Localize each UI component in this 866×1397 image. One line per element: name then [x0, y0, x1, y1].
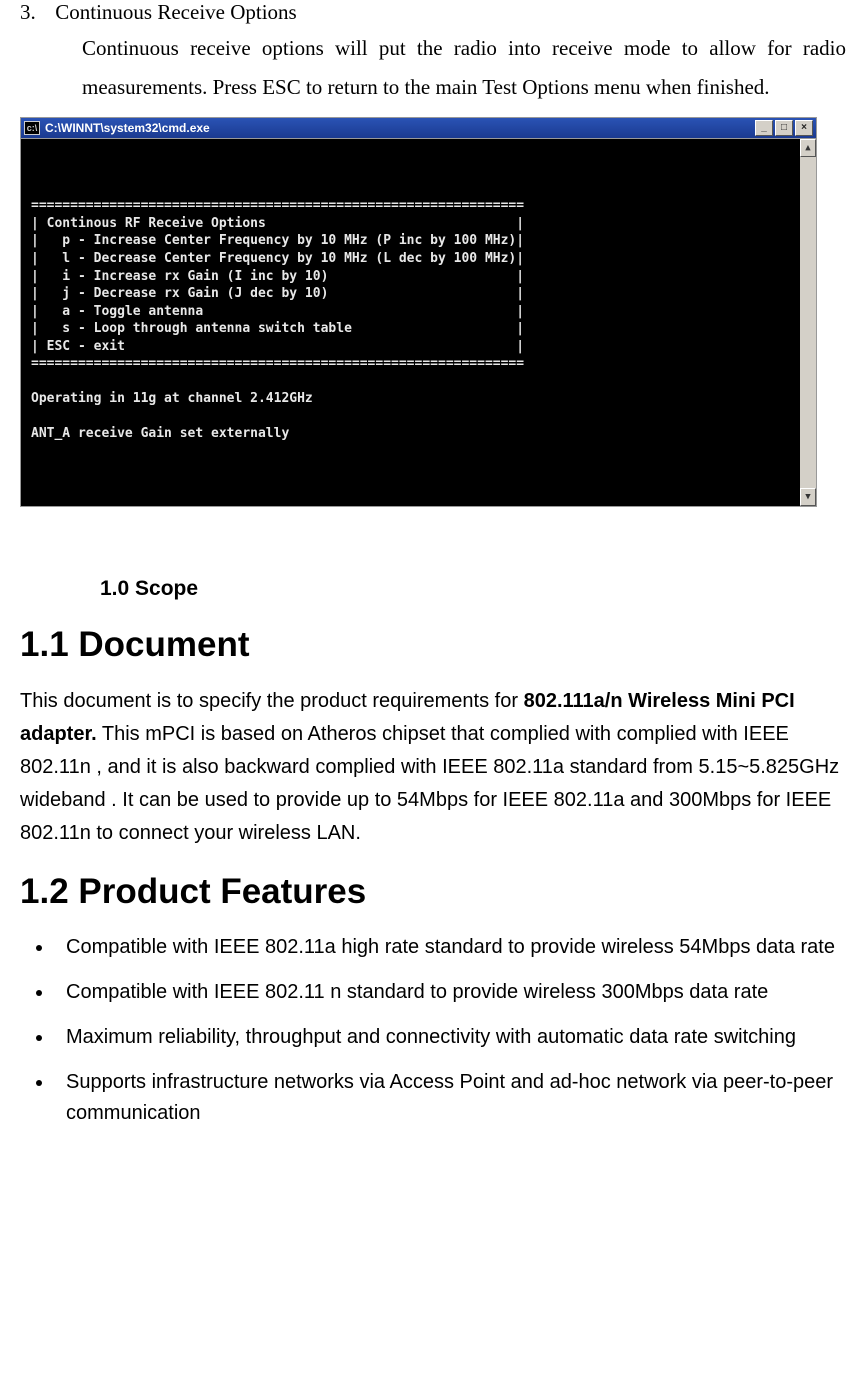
list-marker: 3. — [20, 0, 50, 25]
cmd-title-text: C:\WINNT\system32\cmd.exe — [45, 121, 210, 135]
cmd-window: c:\ C:\WINNT\system32\cmd.exe _ □ × ====… — [20, 117, 817, 507]
list-item: Compatible with IEEE 802.11 n standard t… — [54, 977, 846, 1008]
minimize-button[interactable]: _ — [755, 120, 773, 136]
features-list: Compatible with IEEE 802.11a high rate s… — [20, 932, 846, 1129]
section-1-2-heading: 1.2 Product Features — [20, 872, 846, 912]
list-item: Maximum reliability, throughput and conn… — [54, 1022, 846, 1053]
list-item: Supports infrastructure networks via Acc… — [54, 1067, 846, 1129]
cmd-output: ========================================… — [31, 180, 808, 443]
cmd-scrollbar[interactable]: ▲ ▼ — [800, 139, 816, 506]
list-item-title: Continuous Receive Options — [55, 0, 296, 24]
para-pre: This document is to specify the product … — [20, 690, 524, 712]
cmd-system-menu-icon[interactable]: c:\ — [24, 121, 40, 135]
para-post: This mPCI is based on Atheros chipset th… — [20, 723, 839, 844]
section-1-1-heading: 1.1 Document — [20, 625, 846, 665]
scroll-up-button[interactable]: ▲ — [800, 139, 816, 157]
cmd-titlebar: c:\ C:\WINNT\system32\cmd.exe _ □ × — [21, 118, 816, 139]
close-button[interactable]: × — [795, 120, 813, 136]
scroll-down-button[interactable]: ▼ — [800, 488, 816, 506]
list-item: Compatible with IEEE 802.11a high rate s… — [54, 932, 846, 963]
cmd-body: ========================================… — [21, 139, 816, 506]
scope-heading: 1.0 Scope — [100, 577, 846, 601]
list-item-3-body: Continuous receive options will put the … — [82, 29, 846, 107]
list-item-3-heading: 3. Continuous Receive Options — [20, 0, 846, 25]
section-1-1-paragraph: This document is to specify the product … — [20, 685, 846, 850]
maximize-button[interactable]: □ — [775, 120, 793, 136]
window-buttons: _ □ × — [755, 120, 813, 136]
